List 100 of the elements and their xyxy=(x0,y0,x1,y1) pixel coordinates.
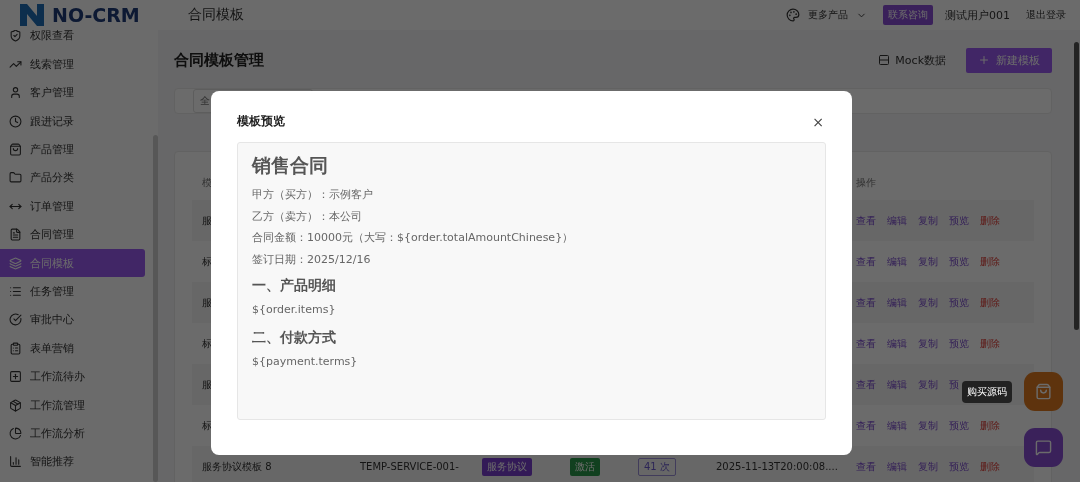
chat-button[interactable] xyxy=(1024,428,1063,467)
action-link[interactable]: 查看 xyxy=(856,254,876,269)
action-link[interactable]: 查看 xyxy=(856,336,876,351)
delete-link[interactable]: 删除 xyxy=(980,336,1000,351)
sidebar-item[interactable]: 客户管理 xyxy=(0,78,145,107)
list-icon xyxy=(9,284,22,298)
contract-line: ${order.items} xyxy=(252,303,337,318)
action-link[interactable]: 编辑 xyxy=(887,459,907,474)
delete-link[interactable]: 删除 xyxy=(980,459,1000,474)
action-link[interactable]: 编辑 xyxy=(887,377,907,392)
sidebar-item[interactable]: 跟进记录 xyxy=(0,106,145,136)
template-name: 服 xyxy=(202,295,212,310)
action-link[interactable]: 复制 xyxy=(918,254,938,269)
pie-chart-icon xyxy=(9,426,22,440)
logout-link[interactable]: 退出登录 xyxy=(1026,8,1066,22)
action-link[interactable]: 预览 xyxy=(949,213,969,228)
action-link[interactable]: 复制 xyxy=(918,377,938,392)
panel-icon xyxy=(878,54,891,66)
user-name: 测试用户001 xyxy=(945,7,1010,23)
logo-text: NO-CRM xyxy=(52,4,141,26)
bag-icon xyxy=(1035,383,1052,400)
date-cell: 2025-11-13T20:00:08.... xyxy=(716,461,838,472)
logo-icon xyxy=(18,2,46,28)
sidebar-item[interactable]: 工作流分析 xyxy=(0,419,145,448)
template-name: 服 xyxy=(202,213,212,228)
contract-title: 销售合同 xyxy=(252,153,329,178)
more-products-menu[interactable]: 更多产品 xyxy=(808,8,848,22)
sidebar-item[interactable]: 订单管理 xyxy=(0,192,145,221)
sidebar-item[interactable]: 任务管理 xyxy=(0,277,145,306)
status-tag: 激活 xyxy=(570,457,600,476)
action-link[interactable]: 复制 xyxy=(918,418,938,433)
action-link[interactable]: 预 xyxy=(949,377,959,392)
action-link[interactable]: 查看 xyxy=(856,418,876,433)
sidebar-item[interactable]: 线索管理 xyxy=(0,50,145,79)
check-circle-icon xyxy=(9,313,22,327)
dialog-title: 模板预览 xyxy=(237,113,285,130)
clipboard-icon xyxy=(9,341,22,355)
buy-button[interactable] xyxy=(1024,372,1063,411)
delete-link[interactable]: 删除 xyxy=(980,213,1000,228)
action-link[interactable]: 复制 xyxy=(918,459,938,474)
bag-icon xyxy=(9,143,22,156)
contract-line: 合同金额：10000元（大写：${order.totalAmountChinese}） xyxy=(252,230,575,246)
template-name: 标 xyxy=(202,336,212,351)
clock-icon xyxy=(9,114,22,128)
action-link[interactable]: 预览 xyxy=(949,336,969,351)
sidebar-item[interactable]: 智能推荐 xyxy=(0,447,145,476)
sidebar-item[interactable]: 表单营销 xyxy=(0,334,145,363)
sidebar-item[interactable]: 产品分类 xyxy=(0,163,145,193)
action-link[interactable]: 预览 xyxy=(949,254,969,269)
action-link[interactable]: 编辑 xyxy=(887,418,907,433)
plus-square-icon xyxy=(9,370,22,384)
template-code: TEMP-SERVICE-001- xyxy=(360,461,459,472)
tooltip: 购买源码 xyxy=(962,381,1012,403)
shield-check-icon xyxy=(9,30,22,43)
template-name: 服务协议模板 8 xyxy=(202,459,272,474)
action-link[interactable]: 编辑 xyxy=(887,213,907,228)
delete-link[interactable]: 删除 xyxy=(980,295,1000,310)
chat-icon xyxy=(1035,439,1052,456)
contract-line: 签订日期：2025/12/16 xyxy=(252,251,372,268)
contact-badge[interactable]: 联系咨询 xyxy=(883,5,933,25)
type-tag: 服务协议 xyxy=(482,457,532,476)
delete-link[interactable]: 删除 xyxy=(980,254,1000,269)
action-link[interactable]: 编辑 xyxy=(887,295,907,310)
template-name: 服 xyxy=(202,377,212,392)
action-link[interactable]: 查看 xyxy=(856,295,876,310)
delete-link[interactable]: 删除 xyxy=(980,418,1000,433)
action-link[interactable]: 编辑 xyxy=(887,336,907,351)
contract-line: 甲方（买方）：示例客户 xyxy=(252,187,374,203)
action-link[interactable]: 复制 xyxy=(918,295,938,310)
palette-icon[interactable] xyxy=(786,8,800,22)
layers-icon xyxy=(9,256,22,270)
contract-line: ${payment.terms} xyxy=(252,354,359,370)
sidebar-item[interactable]: 合同管理 xyxy=(0,220,145,249)
sidebar-item[interactable]: 产品管理 xyxy=(0,135,145,164)
action-link[interactable]: 复制 xyxy=(918,213,938,228)
sidebar-item[interactable]: 工作流待办 xyxy=(0,362,145,391)
action-link[interactable]: 预览 xyxy=(949,295,969,310)
section-heading: 一、产品明细 xyxy=(252,277,337,295)
template-name: 标 xyxy=(202,418,212,433)
mock-data-button[interactable]: Mock数据 xyxy=(872,51,952,69)
action-link[interactable]: 编辑 xyxy=(887,254,907,269)
action-link[interactable]: 预览 xyxy=(949,418,969,433)
sidebar-item[interactable]: 工作流管理 xyxy=(0,390,145,420)
action-link[interactable]: 查看 xyxy=(856,459,876,474)
action-link[interactable]: 查看 xyxy=(856,377,876,392)
section-heading: 二、付款方式 xyxy=(252,328,337,347)
sidebar-item[interactable]: 权限查看 xyxy=(0,30,145,51)
template-name: 标 xyxy=(202,254,212,269)
sidebar-item[interactable]: 审批中心 xyxy=(0,305,145,335)
close-button[interactable]: × xyxy=(810,113,826,130)
user-icon xyxy=(9,86,22,100)
contract-line: 乙方（卖方）：本公司 xyxy=(252,208,363,225)
action-link[interactable]: 复制 xyxy=(918,336,938,351)
plus-icon xyxy=(978,54,990,66)
cube-icon xyxy=(9,398,22,412)
folder-icon xyxy=(9,171,22,185)
usage-count: 41 次 xyxy=(638,457,676,476)
action-link[interactable]: 查看 xyxy=(856,213,876,228)
action-link[interactable]: 预览 xyxy=(949,459,969,474)
document-icon xyxy=(9,228,22,242)
